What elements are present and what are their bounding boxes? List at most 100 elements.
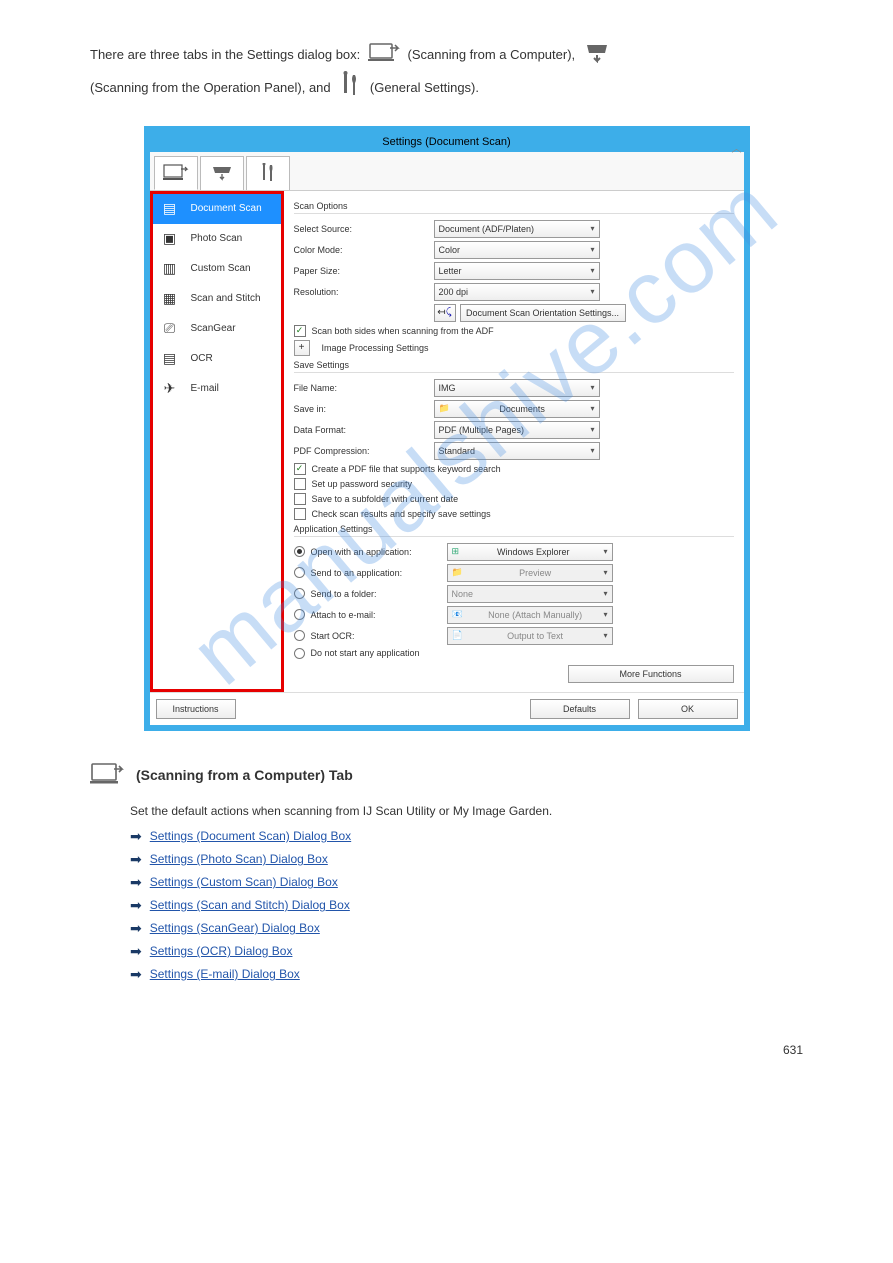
stitch-icon: ▦ — [159, 290, 181, 308]
arrow-bullet-icon: ➡ — [130, 828, 142, 845]
below-description: Set the default actions when scanning fr… — [130, 804, 803, 818]
dataformat-label: Data Format: — [294, 425, 434, 435]
send-folder-label: Send to a folder: — [311, 589, 441, 599]
document-icon: ▤ — [159, 200, 181, 218]
attach-email-label: Attach to e-mail: — [311, 610, 441, 620]
link-row: ➡ Settings (Photo Scan) Dialog Box — [130, 851, 803, 868]
ocr-icon: ▤ — [159, 350, 181, 368]
intro-paragraph: There are three tabs in the Settings dia… — [90, 40, 803, 106]
link-row: ➡ Settings (Document Scan) Dialog Box — [130, 828, 803, 845]
paper-size-select[interactable]: Letter — [434, 262, 600, 280]
link-scangear[interactable]: Settings (ScanGear) Dialog Box — [150, 921, 320, 935]
no-app-radio[interactable] — [294, 648, 305, 659]
open-app-radio[interactable] — [294, 546, 305, 557]
link-document-scan[interactable]: Settings (Document Scan) Dialog Box — [150, 829, 351, 843]
send-app-label: Send to an application: — [311, 568, 441, 578]
panel-scan-icon — [583, 41, 611, 70]
tab-general-settings[interactable] — [246, 156, 290, 190]
sidebar-item-scangear[interactable]: ⎚ ScanGear — [153, 314, 281, 344]
sidebar-item-label: OCR — [191, 353, 213, 364]
arrow-bullet-icon: ➡ — [130, 943, 142, 960]
send-folder-select[interactable]: None — [447, 585, 613, 603]
no-app-label: Do not start any application — [311, 648, 420, 658]
filename-label: File Name: — [294, 383, 434, 393]
sidebar-item-label: Document Scan — [191, 203, 262, 214]
arrow-bullet-icon: ➡ — [130, 966, 142, 983]
resolution-select[interactable]: 200 dpi — [434, 283, 600, 301]
expand-image-processing[interactable]: + — [294, 340, 310, 356]
dataformat-select[interactable]: PDF (Multiple Pages) — [434, 421, 600, 439]
orientation-settings-button[interactable]: Document Scan Orientation Settings... — [460, 304, 626, 322]
link-list: ➡ Settings (Document Scan) Dialog Box ➡ … — [130, 828, 803, 983]
color-mode-select[interactable]: Color — [434, 241, 600, 259]
send-app-select[interactable]: 📁Preview — [447, 564, 613, 582]
instructions-button[interactable]: Instructions — [156, 699, 236, 719]
save-settings-title: Save Settings — [294, 360, 734, 373]
sidebar-item-ocr[interactable]: ▤ OCR — [153, 344, 281, 374]
attach-email-select[interactable]: 📧None (Attach Manually) — [447, 606, 613, 624]
link-photo-scan[interactable]: Settings (Photo Scan) Dialog Box — [150, 852, 328, 866]
tools-icon — [338, 71, 362, 106]
send-app-radio[interactable] — [294, 567, 305, 578]
page-number: 631 — [90, 1043, 803, 1057]
link-row: ➡ Settings (Custom Scan) Dialog Box — [130, 874, 803, 891]
sidebar-item-document-scan[interactable]: ▤ Document Scan — [153, 194, 281, 224]
filename-select[interactable]: IMG — [434, 379, 600, 397]
both-sides-checkbox[interactable] — [294, 325, 306, 337]
password-checkbox[interactable] — [294, 478, 306, 490]
computer-scan-icon — [368, 40, 400, 71]
photo-icon: ▣ — [159, 230, 181, 248]
source-select[interactable]: Document (ADF/Platen) — [434, 220, 600, 238]
attach-email-radio[interactable] — [294, 609, 305, 620]
arrow-bullet-icon: ➡ — [130, 897, 142, 914]
email-icon: ✈ — [159, 380, 181, 398]
savein-label: Save in: — [294, 404, 434, 414]
start-ocr-select[interactable]: 📄Output to Text — [447, 627, 613, 645]
link-ocr[interactable]: Settings (OCR) Dialog Box — [150, 944, 293, 958]
start-ocr-radio[interactable] — [294, 630, 305, 641]
arrow-bullet-icon: ➡ — [130, 874, 142, 891]
link-row: ➡ Settings (E-mail) Dialog Box — [130, 966, 803, 983]
defaults-button[interactable]: Defaults — [530, 699, 630, 719]
intro-text-1: There are three tabs in the Settings dia… — [90, 47, 360, 62]
sidebar-item-email[interactable]: ✈ E-mail — [153, 374, 281, 404]
link-custom-scan[interactable]: Settings (Custom Scan) Dialog Box — [150, 875, 338, 889]
check-results-checkbox[interactable] — [294, 508, 306, 520]
orientation-icon-button[interactable]: ↤⤹ — [434, 304, 456, 322]
sidebar-item-scan-stitch[interactable]: ▦ Scan and Stitch — [153, 284, 281, 314]
intro-text-3: (Scanning from the Operation Panel), and — [90, 80, 331, 95]
computer-scan-icon — [90, 761, 124, 790]
below-heading: (Scanning from a Computer) Tab — [90, 761, 803, 790]
subfolder-checkbox[interactable] — [294, 493, 306, 505]
sidebar-item-custom-scan[interactable]: ▥ Custom Scan — [153, 254, 281, 284]
link-row: ➡ Settings (ScanGear) Dialog Box — [130, 920, 803, 937]
start-ocr-label: Start OCR: — [311, 631, 441, 641]
resolution-label: Resolution: — [294, 287, 434, 297]
content-panel: ︿ Scan Options Select Source: Document (… — [284, 191, 744, 692]
ok-button[interactable]: OK — [638, 699, 738, 719]
scangear-icon: ⎚ — [159, 320, 181, 338]
keyword-search-checkbox[interactable] — [294, 463, 306, 475]
below-heading-text: (Scanning from a Computer) Tab — [136, 767, 353, 783]
keyword-search-label: Create a PDF file that supports keyword … — [312, 464, 501, 474]
savein-select[interactable]: 📁Documents — [434, 400, 600, 418]
link-scan-stitch[interactable]: Settings (Scan and Stitch) Dialog Box — [150, 898, 350, 912]
compression-select[interactable]: Standard — [434, 442, 600, 460]
tab-scan-from-computer[interactable] — [154, 156, 198, 190]
sidebar-item-photo-scan[interactable]: ▣ Photo Scan — [153, 224, 281, 254]
paper-size-label: Paper Size: — [294, 266, 434, 276]
image-processing-label: Image Processing Settings — [322, 343, 429, 353]
color-mode-label: Color Mode: — [294, 245, 434, 255]
tab-scan-from-panel[interactable] — [200, 156, 244, 190]
arrow-bullet-icon: ➡ — [130, 920, 142, 937]
intro-text-4: (General Settings). — [370, 80, 479, 95]
source-label: Select Source: — [294, 224, 434, 234]
send-folder-radio[interactable] — [294, 588, 305, 599]
more-functions-button[interactable]: More Functions — [568, 665, 734, 683]
link-email[interactable]: Settings (E-mail) Dialog Box — [150, 967, 300, 981]
settings-dialog: Settings (Document Scan) ▤ — [144, 126, 750, 731]
open-app-label: Open with an application: — [311, 547, 441, 557]
top-tabs — [150, 152, 744, 191]
below-section: (Scanning from a Computer) Tab Set the d… — [90, 761, 803, 983]
open-app-select[interactable]: ⊞Windows Explorer — [447, 543, 613, 561]
